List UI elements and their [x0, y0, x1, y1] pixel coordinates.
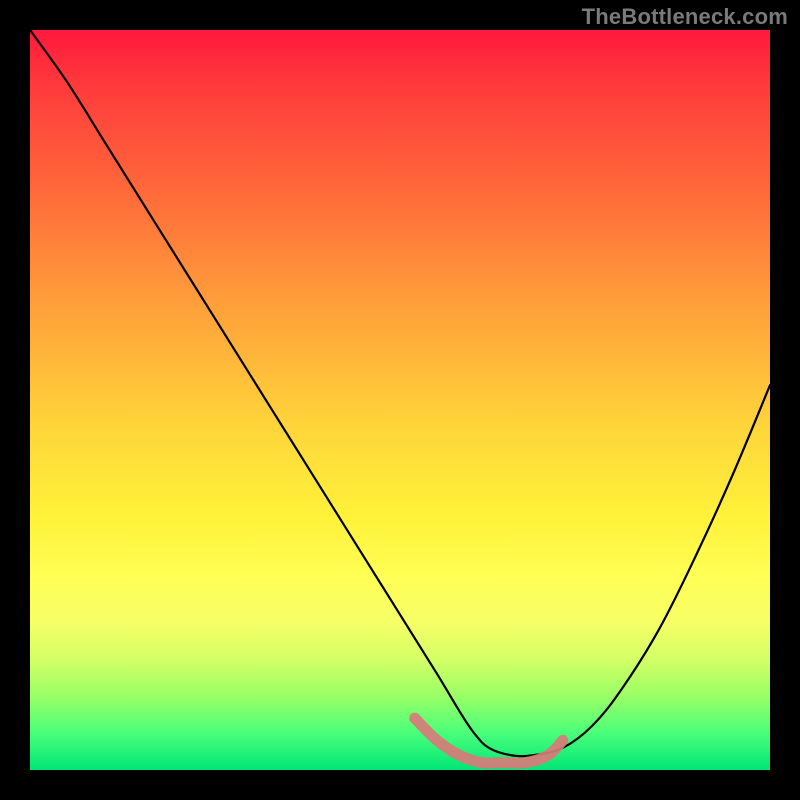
- chart-frame: TheBottleneck.com: [0, 0, 800, 800]
- watermark-label: TheBottleneck.com: [582, 4, 788, 30]
- curve-layer: [30, 30, 770, 770]
- bottleneck-curve: [30, 30, 770, 756]
- optimal-range-marker: [415, 718, 563, 763]
- plot-area: [30, 30, 770, 770]
